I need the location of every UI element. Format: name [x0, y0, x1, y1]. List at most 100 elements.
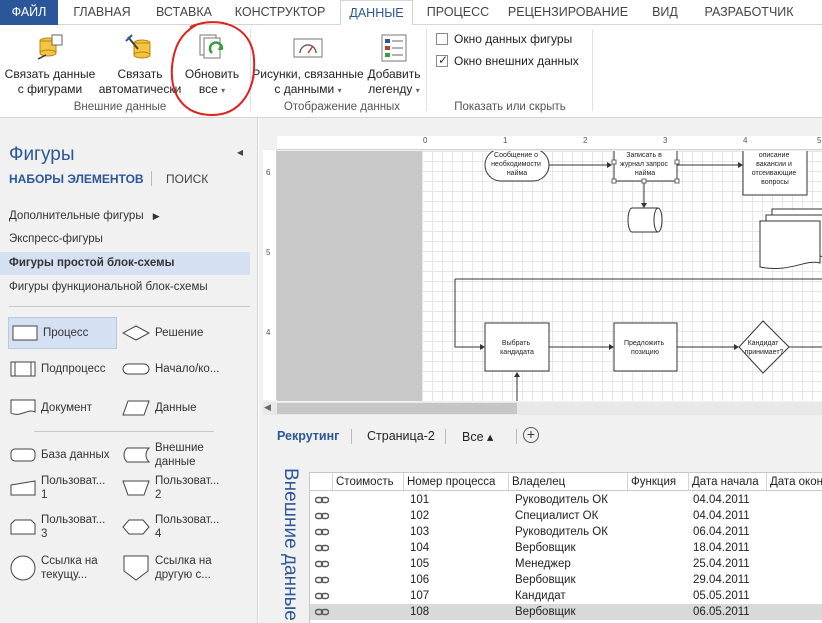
drawing-page[interactable]: Сообщение о необходимости найма Записать… [422, 151, 822, 401]
column-header[interactable]: Владелец [509, 473, 628, 491]
cell-owner[interactable]: Кандидат [515, 588, 630, 604]
cell-owner[interactable]: Вербовщик [515, 540, 630, 556]
selection-handle[interactable] [641, 178, 647, 184]
cell-start-date[interactable]: 25.04.2011 [693, 556, 771, 572]
shape-decision[interactable]: Решение [122, 317, 250, 349]
column-header[interactable]: Дата оконч [767, 473, 822, 491]
table-row[interactable]: 104 Вербовщик 18.04.2011 [310, 540, 822, 556]
cell-process-number[interactable]: 102 [410, 508, 510, 524]
shape-custom-4[interactable]: Пользоват... 4 [122, 511, 250, 543]
cell-process-number[interactable]: 104 [410, 540, 510, 556]
column-header[interactable]: Дата начала [689, 473, 767, 491]
tab-stencils[interactable]: НАБОРЫ ЭЛЕМЕНТОВ [9, 172, 144, 186]
link-data-label-1: Связать данные [4, 67, 96, 81]
collapse-panel-icon[interactable]: ◂ [237, 145, 243, 159]
cell-process-number[interactable]: 103 [410, 524, 510, 540]
cell-process-number[interactable]: 107 [410, 588, 510, 604]
table-row[interactable]: 101 Руководитель ОК 04.04.2011 [310, 492, 822, 508]
cell-start-date[interactable]: 29.04.2011 [693, 572, 771, 588]
shape-process[interactable]: Процесс [8, 317, 117, 349]
tab-data[interactable]: ДАННЫЕ [340, 0, 413, 26]
checkbox-box[interactable] [436, 53, 448, 67]
shape-custom-1[interactable]: Пользоват... 1 [10, 472, 119, 504]
selection-handle[interactable] [674, 159, 680, 165]
external-data-window-checkbox[interactable]: Окно внешних данных [436, 53, 579, 68]
flowchart-node[interactable] [738, 320, 790, 374]
page-tab-page2[interactable]: Страница-2 [367, 429, 435, 443]
shape-data[interactable]: Данные [122, 392, 250, 424]
ribbon-tabbar: ФАЙЛ ГЛАВНАЯ ВСТАВКА КОНСТРУКТОР ДАННЫЕ … [0, 0, 822, 26]
flowchart-node[interactable] [759, 220, 821, 269]
tab-process[interactable]: ПРОЦЕСС [420, 0, 496, 25]
table-row[interactable]: 102 Специалист ОК 04.04.2011 [310, 508, 822, 524]
tab-search[interactable]: ПОИСК [166, 172, 208, 186]
selection-handle[interactable] [674, 178, 680, 184]
shape-on-page-reference[interactable]: Ссылка на текущу... [10, 548, 119, 588]
insert-legend-button[interactable]: Добавить легенду ▾ [364, 33, 424, 98]
flowchart-node[interactable] [627, 207, 663, 233]
custom-4-shape-icon [122, 519, 150, 535]
cell-process-number[interactable]: 108 [410, 604, 510, 620]
shape-document[interactable]: Документ [10, 392, 119, 424]
cell-owner[interactable]: Менеджер [515, 556, 630, 572]
checkbox-box[interactable] [436, 33, 448, 45]
cell-owner[interactable]: Руководитель ОК [515, 524, 630, 540]
stencil-basic-flowchart[interactable]: Фигуры простой блок-схемы [0, 252, 250, 275]
data-graphics-button[interactable]: Рисунки, связанные с данными ▾ [252, 33, 364, 98]
tab-view[interactable]: ВИД [640, 0, 690, 25]
cell-owner[interactable]: Специалист ОК [515, 508, 630, 524]
shape-custom-3[interactable]: Пользоват... 3 [10, 511, 119, 543]
cell-owner[interactable]: Вербовщик [515, 604, 630, 620]
cell-process-number[interactable]: 106 [410, 572, 510, 588]
cell-process-number[interactable]: 101 [410, 492, 510, 508]
tab-review[interactable]: РЕЦЕНЗИРОВАНИЕ [503, 0, 633, 25]
data-graphics-icon [293, 38, 323, 58]
data-graphics-label-2: с данными [274, 82, 335, 96]
shape-data-window-checkbox[interactable]: Окно данных фигуры [436, 32, 572, 46]
cell-start-date[interactable]: 06.04.2011 [693, 524, 771, 540]
column-header[interactable]: Номер процесса [404, 473, 509, 491]
selection-handle[interactable] [611, 159, 617, 165]
shape-external-data[interactable]: Внешние данные [122, 439, 250, 471]
horizontal-scrollbar[interactable]: ◀ [263, 402, 822, 415]
shape-label: База данных [41, 449, 110, 461]
table-row[interactable]: 108 Вербовщик 06.05.2011 [310, 604, 822, 620]
cell-owner[interactable]: Руководитель ОК [515, 492, 630, 508]
column-header[interactable]: Функция [628, 473, 689, 491]
table-row[interactable]: 107 Кандидат 05.05.2011 [310, 588, 822, 604]
table-row[interactable]: 106 Вербовщик 29.04.2011 [310, 572, 822, 588]
cell-start-date[interactable]: 18.04.2011 [693, 540, 771, 556]
scrollbar-thumb[interactable] [277, 403, 517, 414]
link-data-button[interactable]: Связать данные с фигурами [4, 33, 96, 97]
tab-file[interactable]: ФАЙЛ [0, 0, 58, 25]
add-page-icon[interactable]: + [523, 427, 539, 443]
cell-start-date[interactable]: 04.04.2011 [693, 508, 771, 524]
cell-start-date[interactable]: 04.04.2011 [693, 492, 771, 508]
shape-label: Данные [155, 402, 197, 414]
shape-off-page-reference[interactable]: Ссылка на другую с... [122, 548, 250, 588]
cell-owner[interactable]: Вербовщик [515, 572, 630, 588]
stencil-more-shapes[interactable]: Дополнительные фигуры ▶ [0, 205, 250, 228]
table-row[interactable]: 103 Руководитель ОК 06.04.2011 [310, 524, 822, 540]
all-pages-button[interactable]: Все ▴ [462, 429, 493, 444]
column-header[interactable]: Стоимость [333, 473, 404, 491]
page-tab-recruiting[interactable]: Рекрутинг [277, 429, 339, 443]
cell-start-date[interactable]: 05.05.2011 [693, 588, 771, 604]
scroll-left-icon[interactable]: ◀ [264, 402, 271, 413]
shape-subprocess[interactable]: Подпроцесс [10, 353, 119, 385]
annotation-circle [170, 21, 256, 117]
shape-custom-2[interactable]: Пользоват... 2 [122, 472, 250, 504]
tab-home[interactable]: ГЛАВНАЯ [62, 0, 142, 25]
stencil-cross-functional[interactable]: Фигуры функциональной блок-схемы [0, 276, 250, 299]
cell-process-number[interactable]: 105 [410, 556, 510, 572]
stencil-quick-shapes[interactable]: Экспресс-фигуры [0, 228, 250, 251]
table-row[interactable]: 105 Менеджер 25.04.2011 [310, 556, 822, 572]
shape-start-end[interactable]: Начало/ко... [122, 353, 250, 385]
cell-start-date[interactable]: 06.05.2011 [693, 604, 771, 620]
flowchart-node[interactable] [484, 322, 550, 372]
flowchart-node[interactable] [613, 322, 678, 372]
external-data-grid[interactable]: Стоимость Номер процесса Владелец Функци… [309, 472, 822, 623]
shape-database[interactable]: База данных [10, 439, 119, 471]
selection-handle[interactable] [611, 178, 617, 184]
tab-developer[interactable]: РАЗРАБОТЧИК [697, 0, 801, 25]
